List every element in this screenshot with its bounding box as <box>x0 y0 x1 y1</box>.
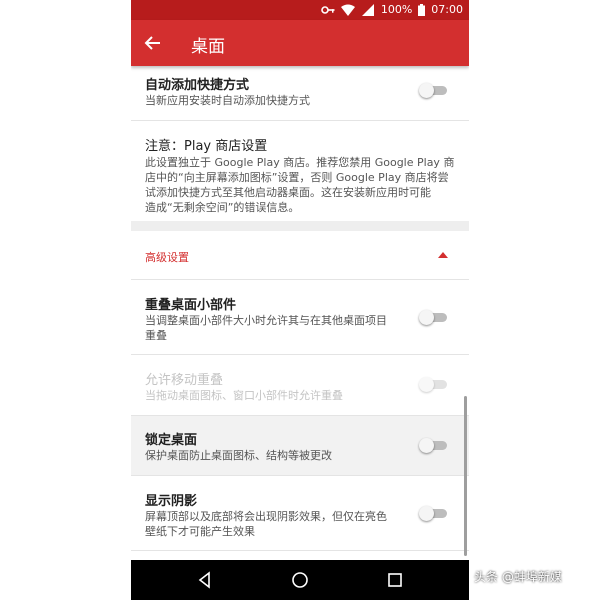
setting-show-shadow[interactable]: 显示阴影 屏幕顶部以及底部将会出现阴影效果，但仅在亮色 壁纸下才可能产生效果 <box>131 476 469 551</box>
lock-desktop-toggle[interactable] <box>419 438 447 453</box>
note-line-1: 此设置独立于 Google Play 商店。推荐您禁用 Google Play … <box>145 156 455 169</box>
wifi-icon <box>340 4 355 16</box>
navigation-bar <box>131 560 469 600</box>
setting-auto-add-shortcut[interactable]: 自动添加快捷方式 当新应用安装时自动添加快捷方式 <box>131 66 469 121</box>
phone-screen: 100% 07:00 桌面 自动添加快捷方式 当新应用安装时自动添加快捷方式 注… <box>131 0 469 600</box>
setting-title: 锁定桌面 <box>145 433 198 448</box>
nav-recents-icon[interactable] <box>385 570 405 590</box>
setting-subtitle: 保护桌面防止桌面图标、结构等被更改 <box>145 449 332 462</box>
setting-subtitle-line-1: 当调整桌面小部件大小时允许其与在其他桌面项目 <box>145 314 387 327</box>
status-bar: 100% 07:00 <box>131 0 469 20</box>
battery-percent: 100% <box>380 3 413 16</box>
auto-add-toggle[interactable] <box>419 83 447 98</box>
setting-title: 自动添加快捷方式 <box>145 78 250 93</box>
setting-subtitle-line-1: 屏幕顶部以及底部将会出现阴影效果，但仅在亮色 <box>145 510 387 523</box>
back-arrow-icon[interactable] <box>143 33 163 53</box>
setting-title: 显示阴影 <box>145 494 198 509</box>
app-bar: 桌面 <box>131 20 469 66</box>
overlap-widgets-toggle[interactable] <box>419 310 447 325</box>
show-shadow-toggle[interactable] <box>419 506 447 521</box>
advanced-settings-header[interactable]: 高级设置 <box>131 231 469 280</box>
setting-title: 允许移动重叠 <box>145 373 224 388</box>
note-line-3: 试添加快捷方式至其他启动器桌面。这在安装新应用时可能 <box>145 186 431 199</box>
watermark: 头条 @蚌埠新媒 <box>474 570 562 584</box>
setting-subtitle: 当新应用安装时自动添加快捷方式 <box>145 94 310 107</box>
note-play-store: 注意：Play 商店设置 此设置独立于 Google Play 商店。推荐您禁用… <box>131 121 469 219</box>
battery-icon <box>418 3 426 16</box>
settings-list: 自动添加快捷方式 当新应用安装时自动添加快捷方式 注意：Play 商店设置 此设… <box>131 66 469 560</box>
advanced-settings-label: 高级设置 <box>145 251 189 264</box>
status-time: 07:00 <box>431 3 463 16</box>
signal-icon <box>361 3 374 16</box>
collapse-arrow-icon[interactable] <box>437 251 449 259</box>
setting-lock-desktop[interactable]: 锁定桌面 保护桌面防止桌面图标、结构等被更改 <box>131 416 469 476</box>
setting-allow-move-overlap: 允许移动重叠 当拖动桌面图标、窗口小部件时允许重叠 <box>131 355 469 416</box>
section-divider <box>131 221 469 231</box>
note-line-2: 店中的“向主屏幕添加图标”设置，否则 Google Play 商店将尝 <box>145 171 449 184</box>
note-line-4: 造成“无剩余空间”的错误信息。 <box>145 201 300 214</box>
page-title: 桌面 <box>191 37 225 57</box>
nav-back-icon[interactable] <box>195 570 215 590</box>
allow-move-overlap-toggle <box>419 377 447 392</box>
setting-title: 重叠桌面小部件 <box>145 298 237 313</box>
setting-subtitle-line-2: 重叠 <box>145 329 167 342</box>
setting-subtitle: 当拖动桌面图标、窗口小部件时允许重叠 <box>145 389 343 402</box>
setting-subtitle-line-2: 壁纸下才可能产生效果 <box>145 525 255 538</box>
nav-home-icon[interactable] <box>290 570 310 590</box>
scrollbar[interactable] <box>464 396 467 556</box>
setting-overlap-widgets[interactable]: 重叠桌面小部件 当调整桌面小部件大小时允许其与在其他桌面项目 重叠 <box>131 280 469 355</box>
note-title: 注意：Play 商店设置 <box>145 139 268 154</box>
key-icon <box>321 5 335 14</box>
